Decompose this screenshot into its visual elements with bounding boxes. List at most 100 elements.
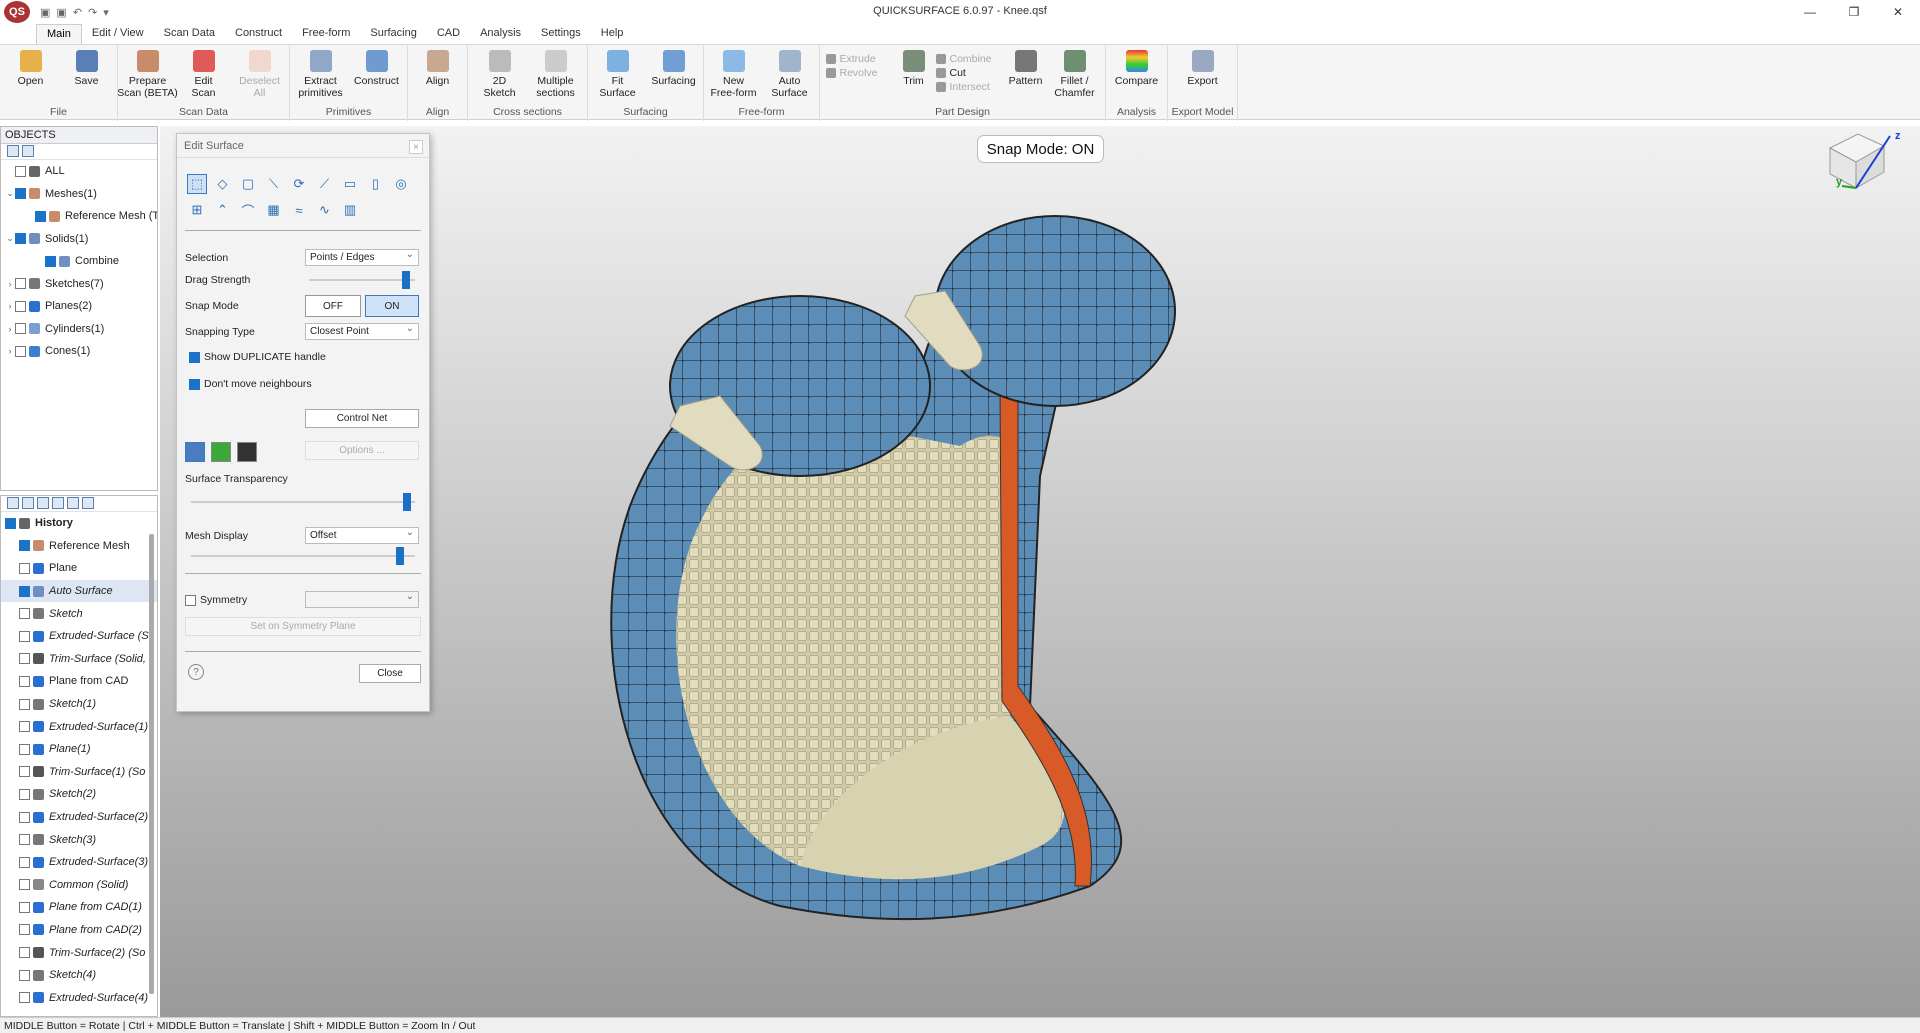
history-item-checkbox[interactable] [19, 992, 30, 1004]
history-item[interactable]: Auto Surface [1, 579, 157, 603]
expand-all-icon[interactable] [7, 145, 19, 157]
intersect-button[interactable]: Intersect [935, 81, 1002, 93]
export-button[interactable]: Export [1176, 50, 1230, 106]
menu-main[interactable]: Main [36, 24, 82, 44]
menu-cad[interactable]: CAD [427, 24, 470, 44]
history-item-checkbox[interactable] [19, 540, 30, 552]
object-tree-item[interactable]: › Sketches(7) [1, 273, 157, 296]
history-item[interactable]: Sketch(3) [1, 828, 157, 851]
compare-button[interactable]: Compare [1110, 50, 1164, 106]
object-tree-item[interactable]: › Planes(2) [1, 295, 157, 318]
prepare-scan-button[interactable]: Prepare Scan (BETA) [117, 50, 178, 106]
object-tree-item[interactable]: Reference Mesh (Ta [1, 205, 157, 228]
history-item-checkbox[interactable] [19, 653, 30, 665]
visibility-checkbox[interactable] [15, 323, 26, 335]
table-tool-icon[interactable]: ▥ [340, 200, 360, 220]
history-item[interactable]: Trim-Surface(2) (So [1, 941, 157, 964]
expand-chevron-icon[interactable]: › [5, 346, 15, 356]
history-item-checkbox[interactable] [19, 969, 30, 981]
deviation-mode-icon[interactable] [211, 442, 231, 462]
visibility-checkbox[interactable] [15, 345, 26, 357]
history-item-checkbox[interactable] [19, 698, 30, 710]
column-tool-icon[interactable]: ▯ [366, 174, 386, 194]
first-step-icon[interactable] [67, 497, 79, 509]
split-tool-icon[interactable]: ⊞ [187, 200, 207, 220]
circle-tool-icon[interactable]: ◎ [391, 174, 411, 194]
view-cube[interactable] [1818, 126, 1898, 196]
history-item[interactable]: Plane(1) [1, 738, 157, 761]
deselect-all-button[interactable]: Deselect All [233, 50, 287, 106]
open-button[interactable]: Open [4, 50, 58, 106]
dark-mode-icon[interactable] [237, 442, 257, 462]
selection-dropdown[interactable]: Points / Edges [305, 249, 419, 266]
edge-tool-icon[interactable]: ⟍ [264, 174, 284, 194]
history-item-checkbox[interactable] [19, 743, 30, 755]
edit-scan-button[interactable]: Edit Scan [177, 50, 231, 106]
extrude-button[interactable]: Extrude [825, 53, 892, 65]
visibility-checkbox[interactable] [45, 255, 56, 267]
curve-tool-icon[interactable]: ∿ [315, 200, 335, 220]
blue-surface-mode-icon[interactable] [185, 442, 205, 462]
surfacing-button[interactable]: Surfacing [647, 50, 701, 106]
2d-sketch-button[interactable]: 2D Sketch [473, 50, 527, 106]
save-button[interactable]: Save [60, 50, 114, 106]
extract-primitives-button[interactable]: Extract primitives [294, 50, 348, 106]
visibility-checkbox[interactable] [15, 233, 26, 245]
history-item[interactable]: Extruded-Surface(4) [1, 986, 157, 1009]
mesh-offset-slider[interactable] [191, 547, 415, 565]
combine-button[interactable]: Combine [935, 53, 1002, 65]
history-item[interactable]: Sketch(2) [1, 783, 157, 806]
history-item-checkbox[interactable] [19, 834, 30, 846]
history-item-checkbox[interactable] [19, 811, 30, 823]
menu-construct[interactable]: Construct [225, 24, 292, 44]
visibility-checkbox[interactable] [15, 278, 26, 290]
new-file-icon[interactable]: ▣ [40, 6, 50, 19]
history-item-checkbox[interactable] [19, 766, 30, 778]
history-checkbox[interactable] [5, 517, 16, 529]
history-item[interactable]: Plane [1, 557, 157, 580]
control-net-button[interactable]: Control Net [305, 409, 419, 428]
history-item-checkbox[interactable] [19, 721, 30, 733]
menu-help[interactable]: Help [591, 24, 634, 44]
history-item-checkbox[interactable] [19, 585, 30, 597]
save-quick-icon[interactable]: ▣ [56, 6, 66, 19]
history-item[interactable]: Extruded-Surface(2) [1, 806, 157, 829]
arc-tool-icon[interactable]: ⌒ [238, 200, 258, 220]
loop-tool-icon[interactable]: ⟳ [289, 174, 309, 194]
history-item-checkbox[interactable] [19, 947, 30, 959]
app-logo[interactable]: QS [4, 1, 30, 23]
checkbox-box[interactable] [189, 378, 200, 390]
show-duplicate-checkbox[interactable]: Show DUPLICATE handle [189, 351, 326, 363]
history-item[interactable]: Plane from CAD(1) [1, 896, 157, 919]
minimize-button[interactable]: — [1788, 0, 1832, 24]
menu-edit-view[interactable]: Edit / View [82, 24, 154, 44]
wave-tool-icon[interactable]: ≈ [289, 200, 309, 220]
visibility-checkbox[interactable] [15, 165, 26, 177]
history-item[interactable]: Sketch [1, 602, 157, 625]
object-tree-item[interactable]: Combine [1, 250, 157, 273]
object-tree-item[interactable]: ⌄ Meshes(1) [1, 183, 157, 206]
expand-chevron-icon[interactable]: ⌄ [5, 188, 15, 199]
history-item[interactable]: Sketch(4) [1, 964, 157, 987]
expand-chevron-icon[interactable]: › [5, 301, 15, 311]
history-item[interactable]: Plane from CAD(2) [1, 919, 157, 942]
history-item-checkbox[interactable] [19, 879, 30, 891]
history-item[interactable]: Trim-Surface(1) (So [1, 761, 157, 784]
snap-off-button[interactable]: OFF [305, 295, 361, 317]
drag-strength-knob[interactable] [402, 271, 411, 289]
set-symmetry-plane-button[interactable]: Set on Symmetry Plane [185, 617, 421, 636]
expand-chevron-icon[interactable]: › [5, 324, 15, 334]
fit-surface-button[interactable]: Fit Surface [591, 50, 645, 106]
last-step-icon[interactable] [82, 497, 94, 509]
history-item[interactable]: Plane from CAD [1, 670, 157, 693]
rectangle-select-tool-icon[interactable]: ▢ [238, 174, 258, 194]
checkbox-box[interactable] [189, 351, 200, 363]
history-item-checkbox[interactable] [19, 788, 30, 800]
menu-scan-data[interactable]: Scan Data [154, 24, 225, 44]
filter-icon[interactable] [52, 497, 64, 509]
menu-free-form[interactable]: Free-form [292, 24, 360, 44]
visibility-checkbox[interactable] [15, 188, 26, 200]
transparency-slider[interactable] [191, 493, 415, 511]
close-window-button[interactable]: ✕ [1876, 0, 1920, 24]
construct-button[interactable]: Construct [350, 50, 404, 106]
